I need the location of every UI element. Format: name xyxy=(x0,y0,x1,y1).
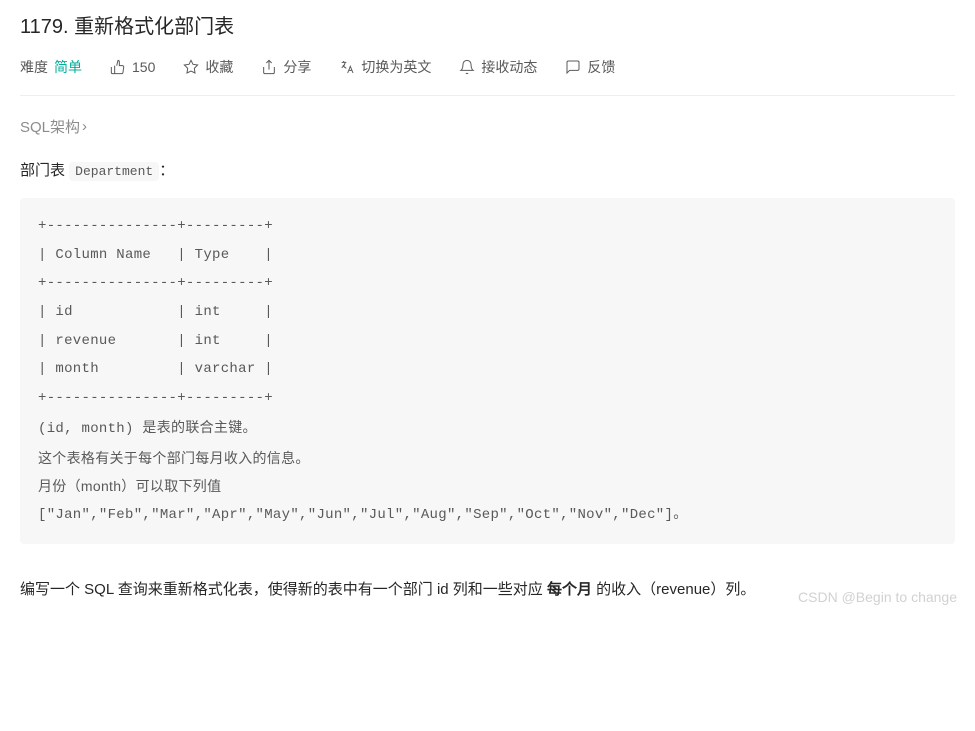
para-bold: 每个月 xyxy=(547,581,592,598)
translate-label: 切换为英文 xyxy=(361,57,431,77)
schema-line: +---------------+---------+ xyxy=(38,384,937,413)
feedback-button[interactable]: 反馈 xyxy=(565,57,615,77)
subscribe-label: 接收动态 xyxy=(481,57,537,77)
schema-line: +---------------+---------+ xyxy=(38,269,937,298)
schema-line: | Column Name | Type | xyxy=(38,241,937,270)
subscribe-button[interactable]: 接收动态 xyxy=(459,57,537,77)
difficulty: 难度 简单 xyxy=(20,57,82,77)
difficulty-value: 简单 xyxy=(54,57,82,77)
favorite-label: 收藏 xyxy=(205,57,233,77)
desc-prefix: 部门表 xyxy=(20,162,69,179)
schema-line: | revenue | int | xyxy=(38,327,937,356)
para-text: 编写一个 SQL 查询来重新格式化表，使得新的表中有一个部门 id 列和一些对应 xyxy=(20,581,547,598)
schema-note: (id, month) 是表的联合主键。 xyxy=(38,413,937,444)
desc-suffix: ： xyxy=(159,162,174,179)
table-name-code: Department xyxy=(69,162,159,181)
share-label: 分享 xyxy=(283,57,311,77)
schema-line: | id | int | xyxy=(38,298,937,327)
share-button[interactable]: 分享 xyxy=(261,57,311,77)
watermark: CSDN @Begin to change xyxy=(798,589,957,605)
schema-note: 月份（month）可以取下列值 xyxy=(38,472,937,501)
translate-button[interactable]: 切换为英文 xyxy=(339,57,431,77)
schema-code-block: +---------------+---------+ | Column Nam… xyxy=(20,198,955,544)
sql-schema-link[interactable]: SQL架构 › xyxy=(20,116,87,137)
message-icon xyxy=(565,59,581,75)
chevron-right-icon: › xyxy=(82,118,87,135)
schema-link-label: SQL架构 xyxy=(20,116,80,137)
difficulty-label: 难度 xyxy=(20,57,48,77)
bell-icon xyxy=(459,59,475,75)
schema-line: +---------------+---------+ xyxy=(38,212,937,241)
problem-title: 1179. 重新格式化部门表 xyxy=(20,10,955,39)
feedback-label: 反馈 xyxy=(587,57,615,77)
star-icon xyxy=(183,59,199,75)
schema-note: 这个表格有关于每个部门每月收入的信息。 xyxy=(38,444,937,473)
thumbs-up-icon xyxy=(110,59,126,75)
translate-icon xyxy=(339,59,355,75)
share-icon xyxy=(261,59,277,75)
schema-months: ["Jan","Feb","Mar","Apr","May","Jun","Ju… xyxy=(38,501,937,530)
meta-bar: 难度 简单 150 收藏 分享 切换为英文 接收动态 反馈 xyxy=(20,57,955,96)
para-text: 的收入（revenue）列。 xyxy=(592,581,755,598)
like-count: 150 xyxy=(132,59,155,75)
schema-line: | month | varchar | xyxy=(38,355,937,384)
table-description: 部门表 Department： xyxy=(20,159,955,180)
like-button[interactable]: 150 xyxy=(110,59,155,75)
favorite-button[interactable]: 收藏 xyxy=(183,57,233,77)
